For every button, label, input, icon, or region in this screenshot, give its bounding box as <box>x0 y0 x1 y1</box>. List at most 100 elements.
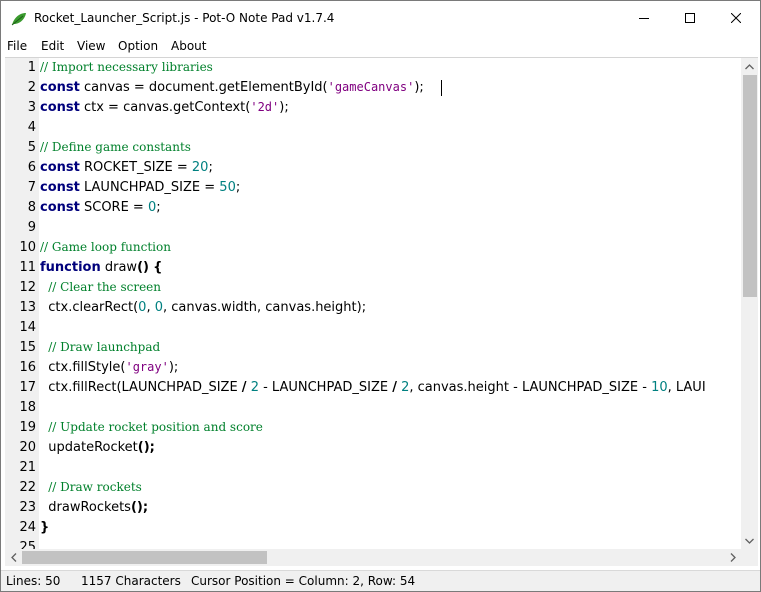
code-token: canvas = document.getElementById( <box>79 80 328 95</box>
code-token: const <box>40 180 80 195</box>
code-token: draw <box>100 260 138 275</box>
status-char-count: 1157 Characters <box>81 574 181 588</box>
code-token: ; <box>235 180 241 195</box>
code-token: 20 <box>191 160 209 175</box>
horizontal-scrollbar[interactable] <box>5 549 741 566</box>
code-token: updateRocket <box>40 440 138 455</box>
scroll-right-arrow-icon[interactable] <box>724 549 741 566</box>
code-token: function <box>40 260 101 275</box>
code-token: // Import necessary libraries <box>40 60 213 74</box>
code-line: const LAUNCHPAD_SIZE = 50; <box>40 180 240 195</box>
menu-option[interactable]: Option <box>118 39 158 53</box>
code-token: drawRockets <box>40 500 131 515</box>
code-line: drawRockets(); <box>40 500 148 515</box>
close-button[interactable] <box>713 1 759 35</box>
menu-file[interactable]: File <box>7 39 27 53</box>
line-number: 25 <box>19 540 36 549</box>
code-line: // Game loop function <box>40 240 171 255</box>
code-line: // Update rocket position and score <box>40 420 263 435</box>
maximize-icon <box>685 13 695 23</box>
line-number: 9 <box>27 220 36 235</box>
line-number: 2 <box>27 80 36 95</box>
status-line-count: Lines: 50 <box>6 574 61 588</box>
menu-view[interactable]: View <box>77 39 105 53</box>
line-number: 5 <box>27 140 36 155</box>
code-token: 0 <box>147 200 157 215</box>
vertical-scroll-thumb[interactable] <box>743 75 757 297</box>
scrollbar-corner <box>741 549 758 566</box>
line-number: 23 <box>19 500 36 515</box>
code-token: ; <box>208 160 213 175</box>
code-token: ROCKET_SIZE = <box>79 160 192 175</box>
code-token: 0 <box>154 300 163 315</box>
code-line: ctx.clearRect(0, 0, canvas.width, canvas… <box>40 300 366 315</box>
code-line: // Define game constants <box>40 140 191 155</box>
code-token: , LAUI <box>667 380 706 395</box>
code-token: // Clear the screen <box>48 280 162 294</box>
status-cursor-position: Cursor Position = Column: 2, Row: 54 <box>191 574 416 588</box>
line-number: 14 <box>19 320 36 335</box>
editor: 1 2 3 4 5 6 7 8 9 10 11 12 13 14 15 16 17 18 19 20 21 22 23 24 2… <box>5 57 758 570</box>
code-token: 'gameCanvas' <box>327 80 415 94</box>
code-token: const <box>40 200 80 215</box>
code-token: LAUNCHPAD_SIZE = <box>79 180 220 195</box>
status-bar: Lines: 50 1157 Characters Cursor Positio… <box>1 570 760 591</box>
code-token: ); <box>414 80 424 95</box>
menu-edit[interactable]: Edit <box>41 39 64 53</box>
code-token: ); <box>168 360 179 375</box>
maximize-button[interactable] <box>667 1 713 35</box>
scroll-left-arrow-icon[interactable] <box>5 549 22 566</box>
title-bar[interactable]: Rocket_Launcher_Script.js - Pot-O Note P… <box>1 1 760 35</box>
code-line: updateRocket(); <box>40 440 155 455</box>
code-token: () <box>137 260 149 275</box>
line-number: 21 <box>19 460 36 475</box>
code-token: , canvas.height - LAUNCHPAD_SIZE - <box>409 380 652 395</box>
line-number: 10 <box>19 240 36 255</box>
code-token: ; <box>156 200 161 215</box>
code-token: } <box>40 520 50 535</box>
code-token: ctx.fillStyle( <box>40 360 126 375</box>
code-token: const <box>40 80 80 95</box>
code-line: ctx.fillRect(LAUNCHPAD_SIZE / 2 - LAUNCH… <box>40 380 706 395</box>
code-token: // Draw rockets <box>48 480 142 494</box>
code-token: ctx.clearRect( <box>40 300 139 315</box>
menu-bar: File Edit View Option About <box>1 35 760 57</box>
line-number: 11 <box>19 260 36 275</box>
code-text-area[interactable]: // Import necessary libraries const canva… <box>40 58 740 549</box>
code-token: 50 <box>219 180 236 195</box>
code-line: // Draw launchpad <box>40 340 160 355</box>
code-token: 'gray' <box>125 360 169 374</box>
window-title: Rocket_Launcher_Script.js - Pot-O Note P… <box>34 11 335 25</box>
code-line: const ROCKET_SIZE = 20; <box>40 160 213 175</box>
code-token: // Define game constants <box>40 140 191 154</box>
close-icon <box>731 13 741 23</box>
code-token: // Update rocket position and score <box>48 420 263 434</box>
code-token: (); <box>137 440 155 455</box>
code-token: { <box>153 260 163 275</box>
code-token: const <box>40 100 80 115</box>
code-token: (); <box>130 500 149 515</box>
menu-about[interactable]: About <box>171 39 206 53</box>
horizontal-scroll-thumb[interactable] <box>22 551 267 564</box>
line-number: 7 <box>27 180 36 195</box>
line-number: 15 <box>19 340 36 355</box>
scroll-down-arrow-icon[interactable] <box>741 532 758 549</box>
code-token: , <box>146 300 155 315</box>
line-number: 8 <box>27 200 36 215</box>
code-line: // Clear the screen <box>40 280 161 295</box>
line-number: 22 <box>19 480 36 495</box>
line-number: 1 <box>27 60 36 75</box>
code-line: // Import necessary libraries <box>40 60 213 75</box>
code-token: , canvas.width, canvas.height); <box>163 300 367 315</box>
line-number: 3 <box>27 100 36 115</box>
code-token: SCORE = <box>79 200 148 215</box>
text-cursor <box>441 80 442 96</box>
line-number-gutter: 1 2 3 4 5 6 7 8 9 10 11 12 13 14 15 16 17 18 19 20 21 22 23 24 2… <box>5 58 39 549</box>
code-token: - LAUNCHPAD_SIZE <box>258 380 393 395</box>
code-line: // Draw rockets <box>40 480 142 495</box>
code-token: ctx.fillRect(LAUNCHPAD_SIZE <box>40 380 242 395</box>
scroll-up-arrow-icon[interactable] <box>741 58 758 75</box>
vertical-scrollbar[interactable] <box>741 58 758 549</box>
minimize-button[interactable] <box>621 1 667 35</box>
code-line: } <box>40 520 49 535</box>
